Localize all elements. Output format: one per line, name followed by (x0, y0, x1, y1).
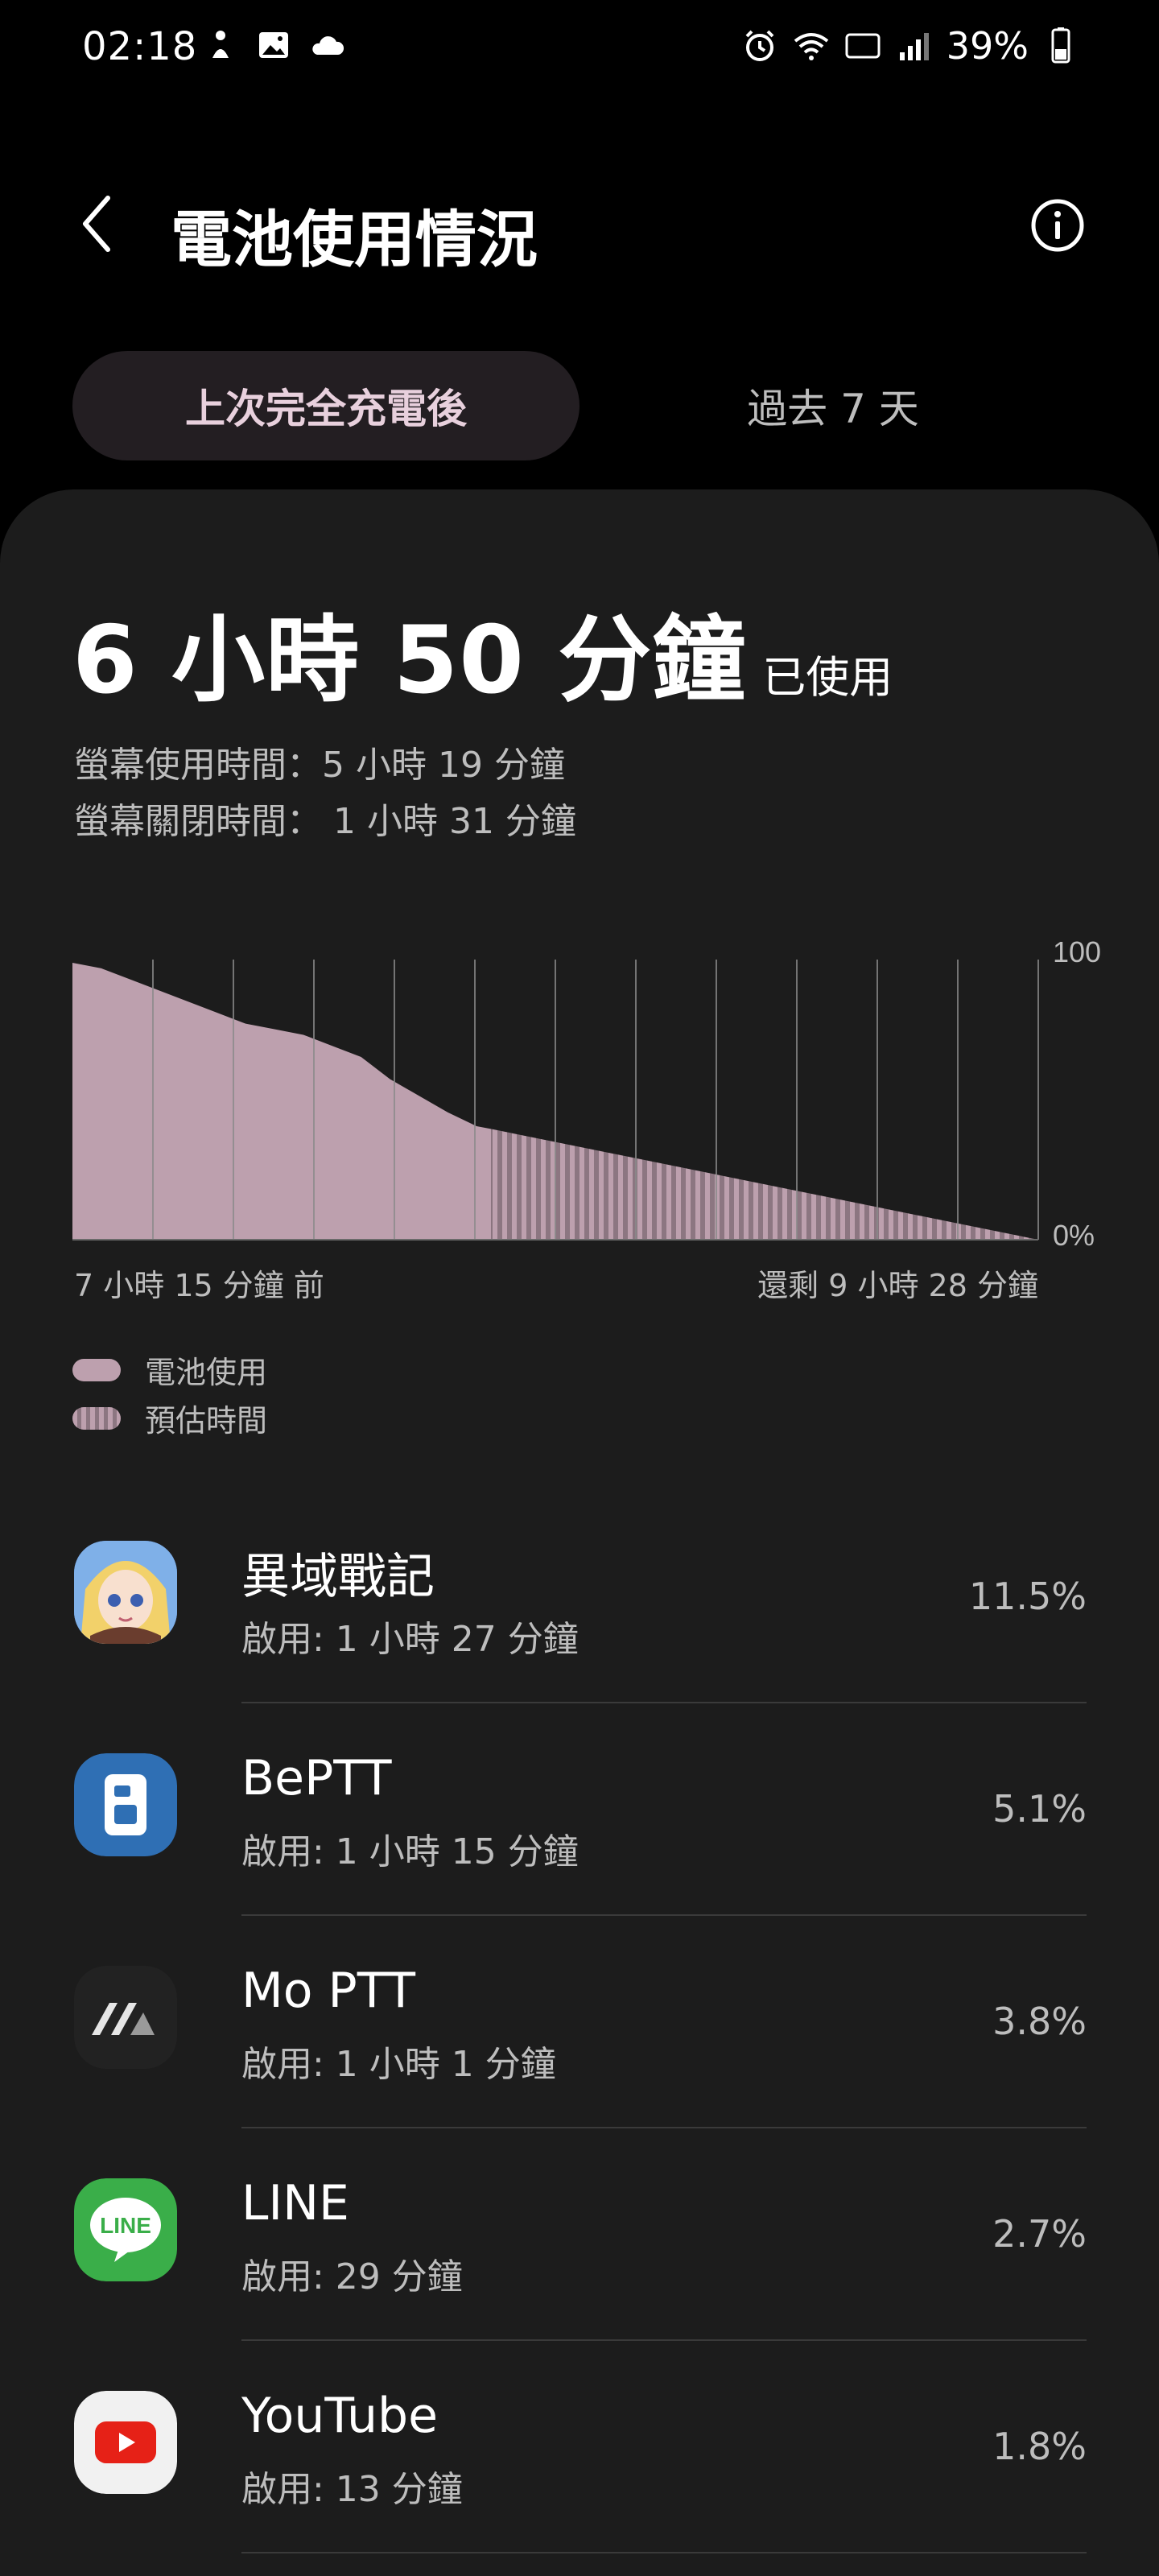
app-row-line[interactable]: LINE LINE 啟用: 29 分鐘 2.7% (0, 2151, 1159, 2363)
legend-battery-used: 電池使用 (72, 1348, 267, 1392)
legend-estimated-swatch (72, 1406, 121, 1430)
status-right: 39% (740, 24, 1080, 68)
app-name: Mo PTT (241, 1963, 415, 2019)
app-percent: 5.1% (992, 1787, 1087, 1831)
app-name: BePTT (241, 1750, 392, 1806)
divider (241, 2127, 1087, 2128)
tab-since-last-charge[interactable]: 上次完全充電後 (72, 351, 580, 460)
legend-used-swatch (72, 1358, 121, 1381)
y-axis-min-label: 0% (1053, 1219, 1095, 1252)
beptt-icon (74, 1753, 177, 1856)
signal-icon (899, 33, 929, 60)
divider (241, 2552, 1087, 2553)
cloud-icon (312, 36, 344, 55)
app-name: 異域戰記 (241, 1549, 435, 1605)
alarm-icon (745, 30, 774, 61)
chevron-left-icon (83, 196, 110, 252)
app-row-youtube[interactable]: YouTube 啟用: 13 分鐘 1.8% (0, 2363, 1159, 2576)
status-left-icons (201, 26, 346, 64)
app-percent: 3.8% (992, 2000, 1087, 2043)
app-usage: 啟用: 1 小時 15 分鐘 (241, 1831, 579, 1872)
chart-end-label: 還剩 9 小時 28 分鐘 (757, 1268, 1038, 1303)
app-row-moptt[interactable]: Mo PTT 啟用: 1 小時 1 分鐘 3.8% (0, 1938, 1159, 2151)
total-used-suffix: 已使用 (762, 652, 893, 703)
battery-estimated-area (491, 1129, 1038, 1240)
wifi-icon (794, 33, 828, 60)
divider (241, 1702, 1087, 1703)
legend-estimated: 預估時間 (72, 1396, 267, 1440)
divider (241, 2339, 1087, 2341)
y-axis-max-label: 100 (1053, 935, 1101, 968)
back-button[interactable] (64, 184, 129, 264)
page-title: 電池使用情況 (171, 204, 538, 275)
app-name: LINE (241, 2175, 349, 2231)
image-icon (259, 32, 288, 58)
app-percent: 2.7% (992, 2212, 1087, 2256)
app-usage: 啟用: 1 小時 27 分鐘 (241, 1619, 579, 1660)
info-icon (1031, 199, 1084, 252)
app-percent: 1.8% (992, 2425, 1087, 2468)
app-percent: 11.5% (968, 1575, 1087, 1618)
screen-on-time: 螢幕使用時間：5 小時 19 分鐘 (74, 745, 565, 786)
tab-last-7-days[interactable]: 過去 7 天 (580, 351, 1087, 460)
app-row-beptt[interactable]: BePTT 啟用: 1 小時 15 分鐘 5.1% (0, 1726, 1159, 1938)
battery-chart: 100 0% (72, 935, 1101, 1252)
battery-used-area (72, 963, 492, 1240)
total-used-time: 6 小時 50 分鐘 (72, 606, 747, 715)
app-row-yiyu[interactable]: 異域戰記 啟用: 1 小時 27 分鐘 11.5% (0, 1513, 1159, 1726)
legend-estimated-label: 預估時間 (145, 1403, 268, 1439)
legend-used-label: 電池使用 (145, 1355, 268, 1390)
app-usage: 啟用: 1 小時 1 分鐘 (241, 2044, 556, 2085)
line-icon: LINE (74, 2178, 177, 2281)
total-usage: 6 小時 50 分鐘 已使用 (72, 584, 893, 720)
volte-icon (845, 33, 881, 59)
info-button[interactable] (1030, 198, 1085, 253)
chart-start-label: 7 小時 15 分鐘 前 (74, 1268, 324, 1303)
battery-icon (1051, 27, 1070, 64)
figure-icon (212, 31, 229, 58)
divider (241, 1914, 1087, 1916)
app-usage: 啟用: 13 分鐘 (241, 2469, 463, 2510)
status-time: 02:18 (82, 24, 198, 69)
screen-off-time: 螢幕關閉時間： 1 小時 31 分鐘 (74, 801, 576, 842)
game-character-icon (74, 1541, 177, 1644)
moptt-icon (74, 1966, 177, 2069)
battery-percent: 39% (946, 24, 1029, 68)
app-name: YouTube (241, 2388, 438, 2444)
app-usage: 啟用: 29 分鐘 (241, 2256, 463, 2297)
line-icon-text: LINE (100, 2213, 151, 2238)
youtube-icon (74, 2391, 177, 2494)
